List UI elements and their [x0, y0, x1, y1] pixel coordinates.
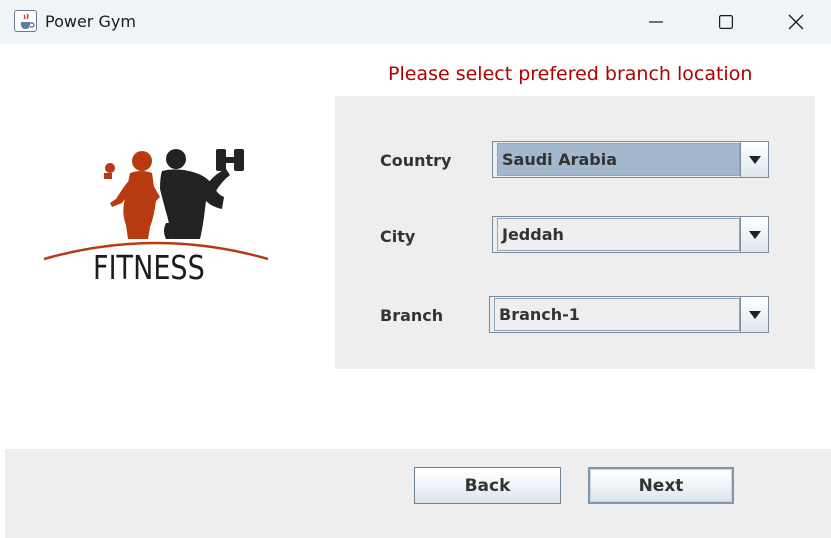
- chevron-down-icon: [748, 310, 761, 319]
- country-dropdown-arrow[interactable]: [740, 142, 768, 177]
- country-dropdown[interactable]: Saudi Arabia: [492, 141, 769, 178]
- chevron-down-icon: [748, 230, 761, 239]
- maximize-button[interactable]: [692, 0, 760, 44]
- branch-dropdown-value: Branch-1: [494, 298, 740, 331]
- minimize-icon: [649, 21, 663, 23]
- city-dropdown-value: Jeddah: [497, 218, 740, 251]
- branch-dropdown[interactable]: Branch-1: [489, 296, 769, 333]
- branch-label: Branch: [380, 306, 444, 325]
- chevron-down-icon: [748, 155, 761, 164]
- title-bar: Power Gym: [0, 0, 831, 44]
- close-icon: [788, 14, 804, 30]
- branch-prompt: Please select prefered branch location: [388, 63, 753, 85]
- city-dropdown[interactable]: Jeddah: [492, 216, 769, 253]
- fitness-logo-text: FITNESS: [93, 248, 205, 287]
- window-title: Power Gym: [45, 12, 136, 31]
- back-button[interactable]: Back: [414, 467, 561, 504]
- city-label: City: [380, 227, 416, 246]
- next-button[interactable]: Next: [588, 467, 734, 504]
- close-button[interactable]: [762, 0, 830, 44]
- maximize-icon: [719, 15, 733, 29]
- country-label: Country: [380, 151, 452, 170]
- minimize-button[interactable]: [622, 0, 690, 44]
- java-coffee-cup-icon: [14, 10, 37, 32]
- country-dropdown-value: Saudi Arabia: [497, 143, 740, 176]
- branch-dropdown-arrow[interactable]: [740, 297, 768, 332]
- city-dropdown-arrow[interactable]: [740, 217, 768, 252]
